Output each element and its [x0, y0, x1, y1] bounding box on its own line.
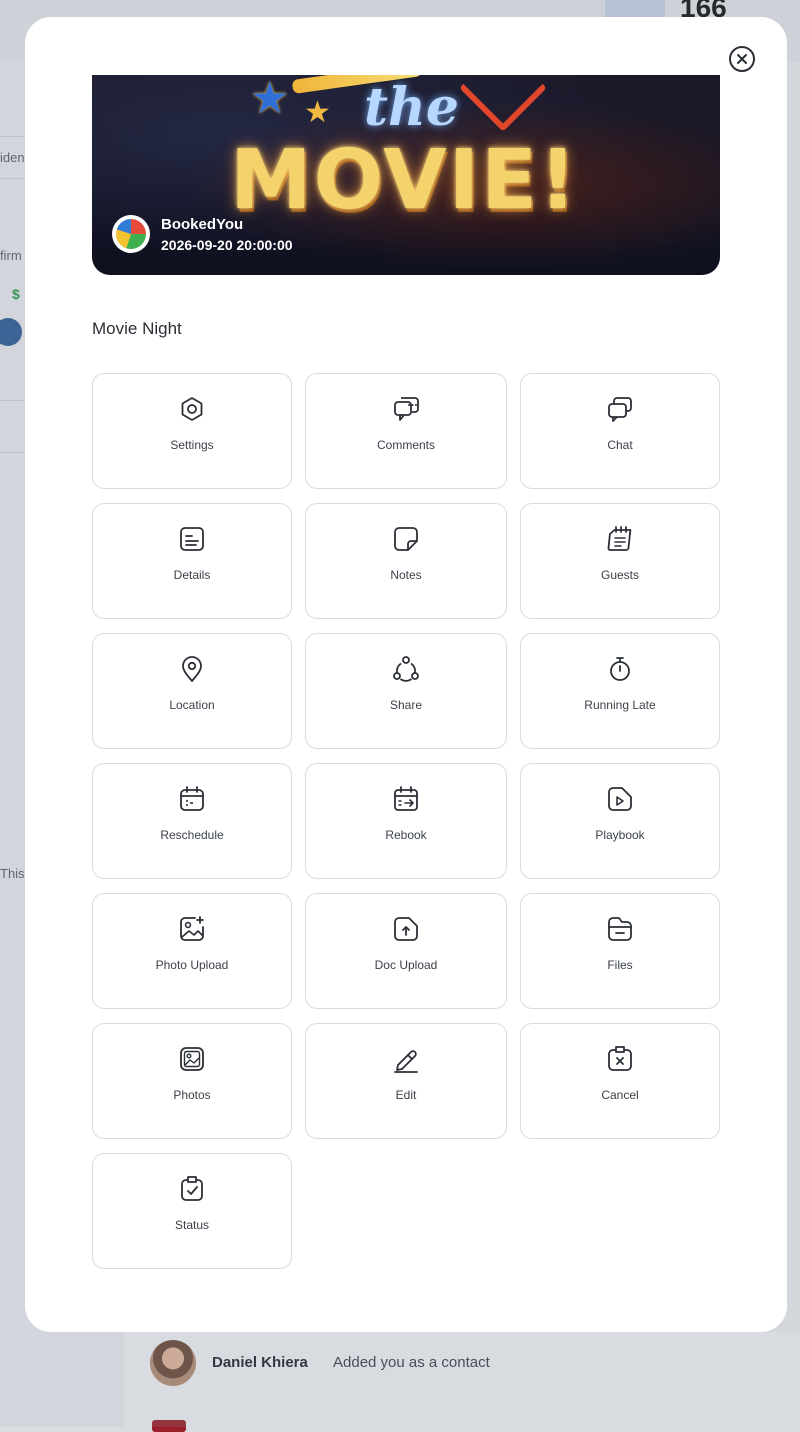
- details-button[interactable]: Details: [92, 503, 292, 619]
- rebook-button[interactable]: Rebook: [305, 763, 507, 879]
- doc-upload-button[interactable]: Doc Upload: [305, 893, 507, 1009]
- tile-label: Running Late: [584, 698, 656, 712]
- tile-label: Details: [173, 568, 211, 582]
- tile-label: Playbook: [595, 828, 645, 842]
- chat-icon: [608, 397, 632, 422]
- banner-title-line2: MOVIE!: [230, 133, 579, 228]
- photos-button[interactable]: Photos: [92, 1023, 292, 1139]
- comments-button[interactable]: Comments: [305, 373, 507, 489]
- share-icon: [393, 656, 419, 682]
- doc-upload-icon: [394, 917, 418, 941]
- tile-label: Reschedule: [160, 828, 224, 842]
- tile-label: Chat: [607, 438, 633, 452]
- playbook-button[interactable]: Playbook: [520, 763, 720, 879]
- settings-icon: [181, 397, 203, 421]
- event-banner: ★ ★ the MOVIE! BookedYou 2026-09-20 20:0…: [92, 75, 720, 275]
- cancel-button[interactable]: Cancel: [520, 1023, 720, 1139]
- photo-upload-icon: [180, 916, 204, 941]
- tile-label: Status: [174, 1218, 210, 1232]
- guests-icon: [607, 526, 632, 551]
- notes-icon: [394, 527, 418, 551]
- host-name: BookedYou: [161, 216, 244, 233]
- event-title: Movie Night: [92, 319, 182, 338]
- status-button[interactable]: Status: [92, 1153, 292, 1269]
- tile-label: Files: [607, 958, 633, 972]
- rebook-calendar-icon: [394, 786, 418, 811]
- tile-label: Photo Upload: [155, 958, 229, 972]
- settings-button[interactable]: Settings: [92, 373, 292, 489]
- chat-button[interactable]: Chat: [520, 373, 720, 489]
- close-button[interactable]: [729, 46, 755, 72]
- guests-button[interactable]: Guests: [520, 503, 720, 619]
- tile-label: Cancel: [601, 1088, 639, 1102]
- share-button[interactable]: Share: [305, 633, 507, 749]
- host-avatar: [112, 215, 150, 253]
- tile-label: Edit: [395, 1088, 417, 1102]
- stopwatch-icon: [610, 657, 630, 681]
- tile-label: Share: [389, 698, 423, 712]
- photo-upload-button[interactable]: Photo Upload: [92, 893, 292, 1009]
- banner-decoration: [459, 75, 547, 132]
- status-clipboard-icon: [181, 1176, 203, 1201]
- notes-button[interactable]: Notes: [305, 503, 507, 619]
- tile-label: Location: [169, 698, 215, 712]
- reschedule-button[interactable]: Reschedule: [92, 763, 292, 879]
- pencil-icon: [394, 1050, 418, 1073]
- tile-label: Photos: [173, 1088, 211, 1102]
- event-actions-modal: ★ ★ the MOVIE! BookedYou 2026-09-20 20:0…: [25, 17, 787, 1332]
- tile-label: Comments: [376, 438, 435, 452]
- action-grid: Settings Comments Chat Details Notes Gue…: [92, 373, 720, 1269]
- star-icon: ★: [250, 75, 290, 123]
- tile-label: Rebook: [385, 828, 427, 842]
- reschedule-calendar-icon: [180, 786, 204, 811]
- tile-label: Settings: [170, 438, 214, 452]
- location-icon: [182, 656, 202, 682]
- playbook-icon: [608, 787, 632, 811]
- star-icon: ★: [304, 96, 331, 129]
- folder-icon: [608, 917, 632, 941]
- edit-button[interactable]: Edit: [305, 1023, 507, 1139]
- cancel-icon: [608, 1046, 632, 1071]
- files-button[interactable]: Files: [520, 893, 720, 1009]
- tile-label: Doc Upload: [374, 958, 438, 972]
- photos-icon: [180, 1047, 204, 1071]
- details-icon: [180, 527, 204, 551]
- comments-icon: [394, 397, 419, 421]
- banner-title-line1: the: [364, 77, 459, 138]
- running-late-button[interactable]: Running Late: [520, 633, 720, 749]
- event-datetime: 2026-09-20 20:00:00: [161, 237, 293, 253]
- tile-label: Notes: [390, 568, 422, 582]
- tile-label: Guests: [600, 568, 639, 582]
- location-button[interactable]: Location: [92, 633, 292, 749]
- close-icon: [737, 54, 747, 64]
